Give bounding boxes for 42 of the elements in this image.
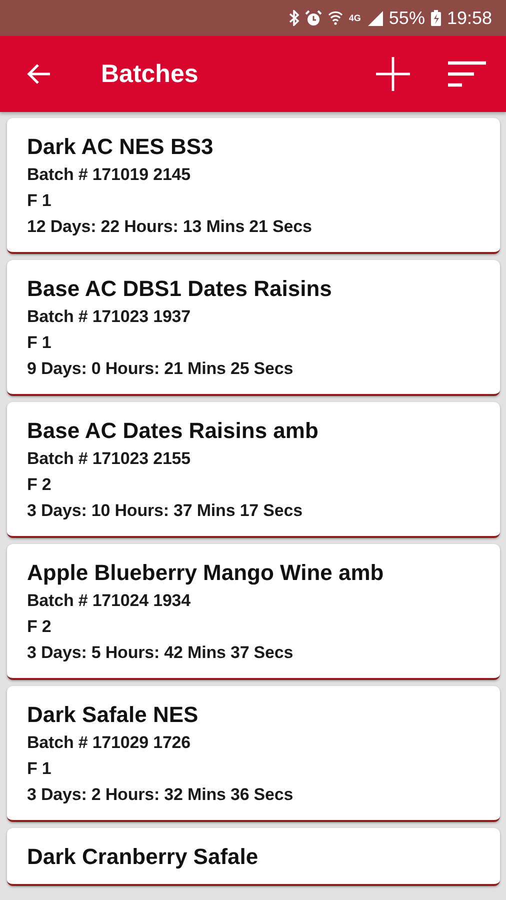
elapsed-time: 3 Days: 10 Hours: 37 Mins 17 Secs <box>27 500 304 522</box>
batch-number: Batch # 171023 1937 <box>27 306 192 328</box>
fermentation-stage: F 2 <box>27 616 52 638</box>
batch-number: Batch # 171019 2145 <box>27 164 192 186</box>
signal-icon <box>366 10 383 26</box>
screen-title: Batches <box>101 60 200 88</box>
batch-number: Batch # 171029 1726 <box>27 732 192 754</box>
add-button[interactable] <box>376 57 410 91</box>
elapsed-time: 3 Days: 5 Hours: 42 Mins 37 Secs <box>27 642 294 664</box>
batch-name: Apple Blueberry Mango Wine amb <box>27 559 385 587</box>
batch-number: Batch # 171023 2155 <box>27 448 192 470</box>
batch-card[interactable]: Apple Blueberry Mango Wine amb Batch # 171024 1934 F 2 3 Days: 5 Hours: 42 Mins 37 Secs <box>7 544 500 680</box>
back-arrow-icon <box>27 63 51 85</box>
sort-icon <box>448 61 486 87</box>
elapsed-time: 9 Days: 0 Hours: 21 Mins 25 Secs <box>27 358 294 380</box>
fermentation-stage: F 1 <box>27 190 52 212</box>
network-type: 4G <box>348 14 361 22</box>
batch-card[interactable]: Dark AC NES BS3 Batch # 171019 2145 F 1 12 Days: 22 Hours: 13 Mins 21 Secs <box>7 118 500 254</box>
battery-charging-icon <box>430 10 441 26</box>
fermentation-stage: F 1 <box>27 332 52 354</box>
batch-card[interactable]: Base AC DBS1 Dates Raisins Batch # 171023 1937 F 1 9 Days: 0 Hours: 21 Mins 25 Secs <box>7 260 500 396</box>
batch-name: Base AC Dates Raisins amb <box>27 417 320 445</box>
battery-percent: 55% <box>388 8 425 28</box>
clock-time: 19:58 <box>446 8 492 28</box>
batch-name: Base AC DBS1 Dates Raisins <box>27 275 333 303</box>
batch-name: Dark Cranberry Safale <box>27 843 260 871</box>
fermentation-stage: F 2 <box>27 474 52 496</box>
batch-name: Dark Safale NES <box>27 701 200 729</box>
batch-name: Dark AC NES BS3 <box>27 133 214 161</box>
plus-icon <box>376 57 410 91</box>
back-button[interactable] <box>27 63 51 85</box>
batch-card[interactable]: Base AC Dates Raisins amb Batch # 171023 2155 F 2 3 Days: 10 Hours: 37 Mins 17 Secs <box>7 402 500 538</box>
fermentation-stage: F 1 <box>27 758 52 780</box>
sort-button[interactable] <box>448 61 486 87</box>
bluetooth-icon <box>288 10 299 26</box>
elapsed-time: 3 Days: 2 Hours: 32 Mins 36 Secs <box>27 784 294 806</box>
elapsed-time: 12 Days: 22 Hours: 13 Mins 21 Secs <box>27 216 313 238</box>
batch-card[interactable]: Dark Cranberry Safale <box>7 828 500 886</box>
alarm-icon <box>304 10 322 26</box>
batch-number: Batch # 171024 1934 <box>27 590 192 612</box>
wifi-icon <box>328 10 343 26</box>
batch-card[interactable]: Dark Safale NES Batch # 171029 1726 F 1 3 Days: 2 Hours: 32 Mins 36 Secs <box>7 686 500 822</box>
